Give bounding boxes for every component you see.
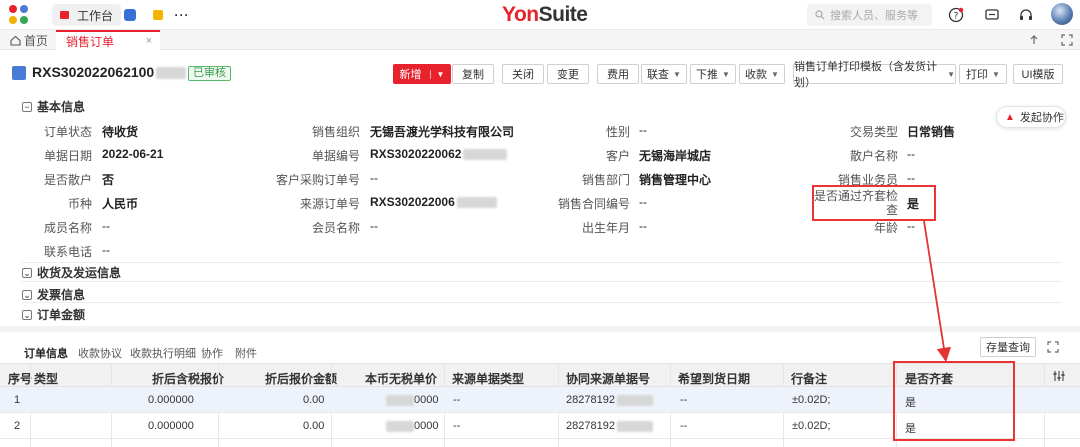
annotation-arrow (923, 220, 951, 363)
